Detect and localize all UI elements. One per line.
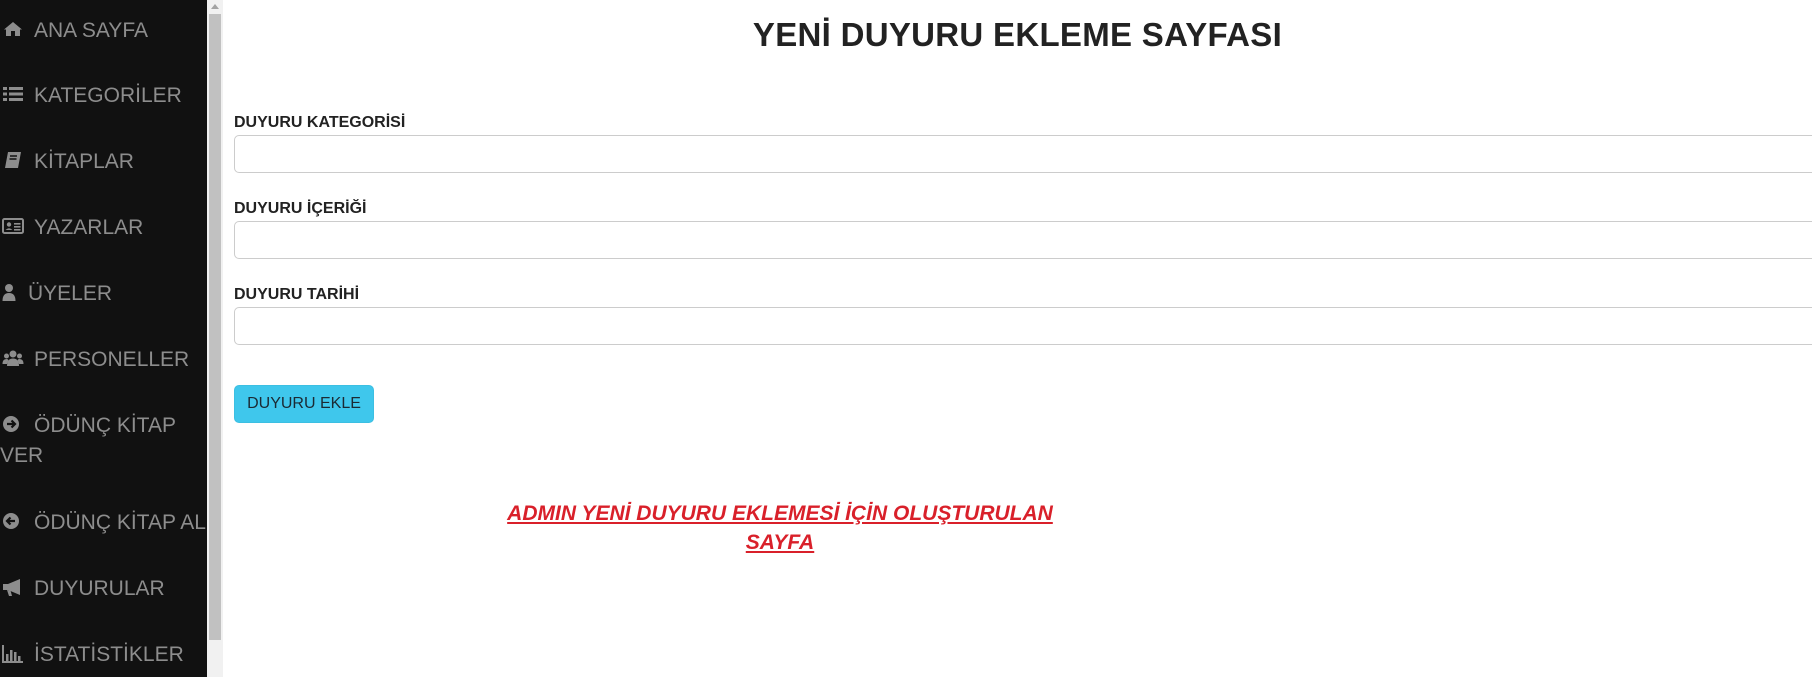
sidebar-item-kategoriler[interactable]: KATEGORİLER — [0, 81, 207, 111]
bullhorn-icon — [2, 576, 24, 598]
sidebar-item-label: PERSONELLER — [34, 348, 190, 371]
sidebar: ANA SAYFA KATEGORİLER KİTAPLAR YAZARLAR … — [0, 0, 207, 677]
book-icon — [2, 149, 24, 171]
sidebar-item-label: KATEGORİLER — [34, 84, 182, 107]
page-title: YENİ DUYURU EKLEME SAYFASI — [752, 16, 1283, 53]
sidebar-item-duyurular[interactable]: DUYURULAR — [0, 574, 207, 604]
sidebar-item-label: ÜYELER — [28, 282, 113, 305]
sidebar-item-odunc-kitap-ver[interactable]: ÖDÜNÇ KİTAP VER — [0, 411, 190, 471]
home-icon — [2, 18, 24, 40]
id-card-icon — [2, 215, 24, 237]
date-input[interactable] — [234, 307, 1812, 345]
content-input[interactable] — [234, 221, 1812, 259]
sidebar-item-kitaplar[interactable]: KİTAPLAR — [0, 147, 207, 177]
sidebar-item-uyeler[interactable]: ÜYELER — [0, 279, 207, 309]
sidebar-item-label: İSTATİSTİKLER — [34, 643, 184, 666]
sidebar-scrollbar[interactable] — [207, 0, 223, 677]
category-input[interactable] — [234, 135, 1812, 173]
user-icon — [2, 281, 16, 303]
category-label: DUYURU KATEGORİSİ — [234, 114, 406, 131]
page-description-note: ADMIN YENİ DUYURU EKLEMESİ İÇİN OLUŞTURU… — [507, 502, 1053, 554]
add-announcement-button[interactable]: DUYURU EKLE — [234, 385, 374, 423]
bar-chart-icon — [2, 642, 24, 664]
sidebar-item-ana-sayfa[interactable]: ANA SAYFA — [0, 16, 207, 46]
users-icon — [2, 347, 24, 369]
arrow-circle-left-icon — [2, 510, 24, 532]
date-label: DUYURU TARİHİ — [234, 286, 360, 303]
sidebar-item-label: ANA SAYFA — [34, 19, 148, 42]
sidebar-item-label: YAZARLAR — [34, 216, 144, 239]
sidebar-item-istatistikler[interactable]: İSTATİSTİKLER — [0, 640, 207, 670]
sidebar-item-label: KİTAPLAR — [34, 150, 134, 173]
sidebar-item-label: ÖDÜNÇ KİTAP VER — [0, 414, 176, 467]
scroll-up-arrow-icon[interactable] — [207, 0, 223, 14]
scrollbar-thumb[interactable] — [209, 14, 221, 640]
sidebar-item-personeller[interactable]: PERSONELLER — [0, 345, 207, 375]
sidebar-item-yazarlar[interactable]: YAZARLAR — [0, 213, 207, 243]
sidebar-item-label: ÖDÜNÇ KİTAP AL — [34, 511, 206, 534]
content-label: DUYURU İÇERİĞİ — [234, 200, 367, 217]
list-icon — [2, 83, 24, 105]
sidebar-item-odunc-kitap-al[interactable]: ÖDÜNÇ KİTAP AL — [0, 508, 207, 538]
sidebar-item-label: DUYURULAR — [34, 577, 165, 600]
arrow-circle-right-icon — [2, 413, 24, 435]
